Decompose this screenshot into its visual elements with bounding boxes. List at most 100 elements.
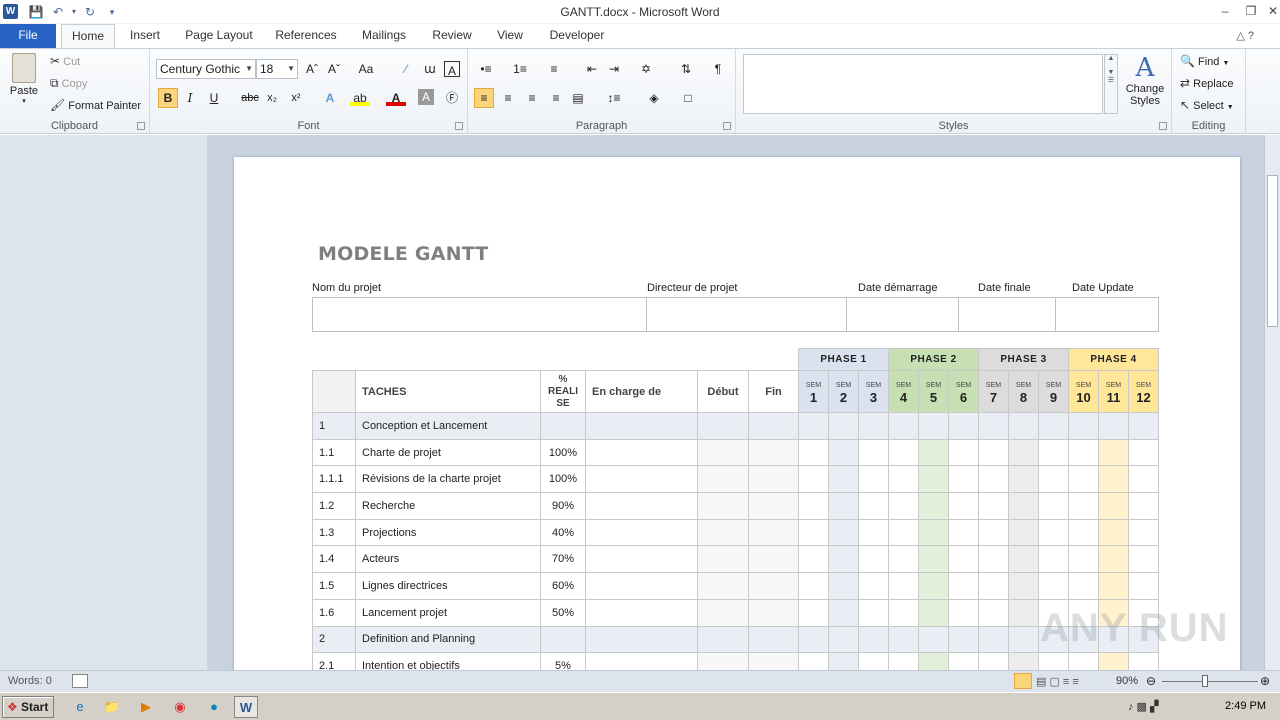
week-cell[interactable] xyxy=(1128,492,1159,520)
week-cell[interactable] xyxy=(1128,518,1159,547)
week-cell[interactable] xyxy=(828,438,859,467)
task-debut[interactable] xyxy=(697,598,749,627)
highlight-icon[interactable]: ab xyxy=(350,88,370,106)
week-cell[interactable] xyxy=(858,412,889,440)
task-debut[interactable] xyxy=(697,572,749,600)
week-cell[interactable] xyxy=(918,572,949,600)
task-debut[interactable] xyxy=(697,412,749,440)
week-cell[interactable] xyxy=(948,465,979,494)
week-cell[interactable] xyxy=(858,598,889,627)
week-cell[interactable] xyxy=(888,625,919,654)
task-group-row[interactable]: 1 Conception et Lancement xyxy=(312,412,1159,440)
week-cell[interactable] xyxy=(858,492,889,520)
week-cell[interactable] xyxy=(888,518,919,547)
week-cell[interactable] xyxy=(978,625,1009,654)
week-cell[interactable] xyxy=(1068,465,1099,494)
field-date-update[interactable] xyxy=(1056,298,1160,331)
font-size-select[interactable]: 18 ▼ xyxy=(256,59,298,79)
shading-icon[interactable]: ◈ xyxy=(644,88,664,108)
word-taskbar-icon[interactable]: W xyxy=(234,696,258,718)
week-cell[interactable] xyxy=(1008,465,1039,494)
week-cell[interactable] xyxy=(948,518,979,547)
task-pct[interactable]: 50% xyxy=(540,598,586,627)
week-cell[interactable] xyxy=(1008,518,1039,547)
tray-icons[interactable]: ♪ ▩ ▞ xyxy=(1128,700,1158,713)
week-cell[interactable] xyxy=(948,572,979,600)
week-cell[interactable] xyxy=(978,518,1009,547)
week-cell[interactable] xyxy=(1098,492,1129,520)
week-cell[interactable] xyxy=(1038,492,1069,520)
week-cell[interactable] xyxy=(1038,412,1069,440)
tab-insert[interactable]: Insert xyxy=(124,24,166,48)
bold-button[interactable]: B xyxy=(158,88,178,108)
week-cell[interactable] xyxy=(1008,545,1039,574)
task-owner[interactable] xyxy=(585,598,698,627)
task-owner[interactable] xyxy=(585,572,698,600)
task-name[interactable]: Acteurs xyxy=(355,545,541,574)
task-row[interactable]: 1.1.1 Révisions de la charte projet 100% xyxy=(312,465,1159,494)
tab-mailings[interactable]: Mailings xyxy=(354,24,414,48)
task-pct[interactable]: 90% xyxy=(540,492,586,520)
field-directeur[interactable] xyxy=(647,298,847,331)
task-debut[interactable] xyxy=(697,518,749,547)
task-debut[interactable] xyxy=(697,465,749,494)
task-row[interactable]: 1.4 Acteurs 70% xyxy=(312,545,1159,574)
week-cell[interactable] xyxy=(1008,572,1039,600)
task-name[interactable]: Lignes directrices xyxy=(355,572,541,600)
week-cell[interactable] xyxy=(888,572,919,600)
week-cell[interactable] xyxy=(948,492,979,520)
tab-file[interactable]: File xyxy=(0,24,56,48)
task-name[interactable]: Révisions de la charte projet xyxy=(355,465,541,494)
clipboard-launcher-icon[interactable] xyxy=(137,122,145,130)
task-group-row[interactable]: 2 Definition and Planning xyxy=(312,625,1159,654)
field-date-demarrage[interactable] xyxy=(847,298,959,331)
week-cell[interactable] xyxy=(888,598,919,627)
distributed-icon[interactable]: ▤ xyxy=(568,88,588,108)
week-cell[interactable] xyxy=(978,545,1009,574)
strikethrough-button[interactable]: abc xyxy=(240,88,260,108)
week-cell[interactable] xyxy=(858,465,889,494)
task-row[interactable]: 1.1 Charte de projet 100% xyxy=(312,438,1159,467)
task-owner[interactable] xyxy=(585,438,698,467)
paste-button[interactable]: Paste ▾ xyxy=(8,53,40,105)
week-cell[interactable] xyxy=(858,572,889,600)
task-fin[interactable] xyxy=(748,412,799,440)
task-fin[interactable] xyxy=(748,518,799,547)
week-cell[interactable] xyxy=(918,465,949,494)
week-cell[interactable] xyxy=(1008,492,1039,520)
enclose-chars-icon[interactable]: Ⓕ xyxy=(442,88,462,108)
tab-page-layout[interactable]: Page Layout xyxy=(180,24,258,48)
scrollbar-thumb[interactable] xyxy=(1267,175,1278,327)
week-cell[interactable] xyxy=(1038,438,1069,467)
text-effects-icon[interactable]: A xyxy=(320,88,340,108)
task-owner[interactable] xyxy=(585,625,698,654)
week-cell[interactable] xyxy=(1038,518,1069,547)
week-cell[interactable] xyxy=(1068,545,1099,574)
week-cell[interactable] xyxy=(858,545,889,574)
week-cell[interactable] xyxy=(978,438,1009,467)
week-cell[interactable] xyxy=(1098,545,1129,574)
week-cell[interactable] xyxy=(1068,412,1099,440)
week-cell[interactable] xyxy=(918,625,949,654)
copy-button[interactable]: ⧉ Copy xyxy=(50,76,87,91)
task-name[interactable]: Recherche xyxy=(355,492,541,520)
task-name[interactable]: Charte de projet xyxy=(355,438,541,467)
week-cell[interactable] xyxy=(798,518,829,547)
superscript-button[interactable]: x² xyxy=(286,88,306,108)
increase-indent-icon[interactable]: ⇥ xyxy=(604,59,624,79)
week-cell[interactable] xyxy=(828,598,859,627)
italic-button[interactable]: I xyxy=(180,88,200,108)
week-cell[interactable] xyxy=(828,518,859,547)
word-count[interactable]: Words: 0 xyxy=(8,675,52,687)
task-pct[interactable]: 70% xyxy=(540,545,586,574)
multilevel-list-icon[interactable]: ≡ xyxy=(544,59,564,79)
document-page[interactable]: MODELE GANTT Nom du projet Directeur de … xyxy=(234,157,1240,680)
task-debut[interactable] xyxy=(697,492,749,520)
task-fin[interactable] xyxy=(748,438,799,467)
task-owner[interactable] xyxy=(585,465,698,494)
decrease-indent-icon[interactable]: ⇤ xyxy=(582,59,602,79)
task-pct[interactable]: 100% xyxy=(540,438,586,467)
week-cell[interactable] xyxy=(948,412,979,440)
print-layout-icon[interactable] xyxy=(1014,673,1032,689)
week-cell[interactable] xyxy=(918,438,949,467)
